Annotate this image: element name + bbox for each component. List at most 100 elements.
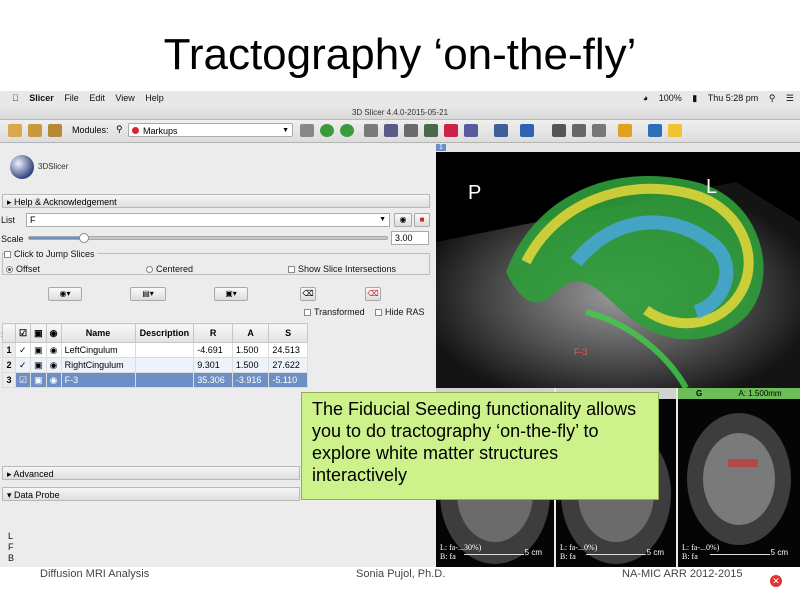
module-history-icon[interactable] (300, 124, 314, 137)
module-selector-value: Markups (143, 126, 178, 136)
fiducial-a[interactable]: -3.916 (231, 372, 270, 388)
menu-file[interactable]: File (64, 91, 79, 106)
menu-view[interactable]: View (115, 91, 134, 106)
spotlight-icon[interactable]: ⚲ (769, 91, 776, 106)
visible-column-header[interactable]: ◉ (45, 323, 62, 343)
load-dicom-icon[interactable] (28, 124, 42, 137)
models-icon[interactable] (404, 124, 418, 137)
table-row[interactable]: 2 ✓ ▣ ◉ RightCingulum 9.301 1.500 27.622 (2, 357, 308, 373)
scale-slider-handle[interactable] (78, 233, 89, 243)
offset-radio[interactable]: Offset (6, 264, 40, 274)
row-eye-icon[interactable]: ◉ (45, 372, 62, 388)
volumes-icon[interactable] (384, 124, 398, 137)
slice-view-green[interactable]: L: fa-...0%) B: fa 5 cm (678, 399, 800, 567)
layout-icon[interactable] (494, 124, 508, 137)
python-console-icon[interactable] (668, 124, 682, 137)
fiducial-description[interactable] (134, 372, 195, 388)
save-icon[interactable] (48, 124, 62, 137)
scale-slider[interactable] (28, 233, 388, 243)
extension-manager-icon[interactable] (572, 124, 586, 137)
centered-radio[interactable]: Centered (146, 264, 193, 274)
fiducial-a[interactable]: 1.500 (231, 342, 270, 358)
scale-spinbox[interactable]: 3.00 (391, 231, 429, 245)
markups-toolbar-icon[interactable] (444, 124, 458, 137)
s-column-header[interactable]: S (268, 323, 308, 343)
fiducial-list-selector[interactable]: F ▼ (26, 213, 390, 227)
lock-icon: ■ (419, 215, 425, 224)
menu-edit[interactable]: Edit (89, 91, 105, 106)
fiducial-r[interactable]: 35.306 (193, 372, 233, 388)
battery-icon[interactable]: ▮ (692, 91, 697, 106)
view3d-tab[interactable]: 1 (436, 144, 446, 151)
fiducial-name[interactable]: F-3 (60, 372, 136, 388)
green-slice-bar[interactable]: G A: 1.500mm (678, 388, 800, 399)
fiducial-description[interactable] (134, 357, 195, 373)
menu-app-name[interactable]: Slicer (29, 91, 54, 106)
fiducial-description[interactable] (134, 342, 195, 358)
selected-column-header[interactable]: ☑ (14, 323, 32, 343)
row-select-checkbox[interactable]: ☑ (14, 372, 32, 388)
fiducial-r[interactable]: 9.301 (193, 357, 233, 373)
lock-column-header[interactable]: ▣ (30, 323, 47, 343)
transforms-icon[interactable] (424, 124, 438, 137)
search-icon[interactable]: ⚲ (116, 124, 123, 135)
battery-level[interactable]: 100% (659, 91, 682, 106)
fiducial-place-icon[interactable] (618, 124, 632, 137)
fiducial-s[interactable]: 27.622 (268, 357, 308, 373)
name-column-header[interactable]: Name (60, 323, 136, 343)
fiducial-name[interactable]: LeftCingulum (60, 342, 136, 358)
module-selector[interactable]: Markups ▼ (128, 123, 293, 137)
place-fiducial-button[interactable]: ◉▾ (48, 287, 82, 301)
row-lock-icon[interactable]: ▣ (30, 372, 47, 388)
data-probe-section[interactable]: ▾ Data Probe (2, 487, 300, 501)
row-select-checkbox[interactable]: ✓ (14, 342, 32, 358)
lock-list-button[interactable]: ■ (414, 213, 430, 227)
row-select-checkbox[interactable]: ✓ (14, 357, 32, 373)
delete-fiducial-button[interactable]: ⌫ (300, 287, 316, 301)
a-column-header[interactable]: A (231, 323, 270, 343)
jump-slices-checkbox[interactable]: Click to Jump Slices (4, 249, 97, 259)
fiducial-s[interactable]: -5.110 (268, 372, 308, 388)
advanced-section[interactable]: ▸ Advanced (2, 466, 300, 480)
table-row[interactable]: 1 ✓ ▣ ◉ LeftCingulum -4.691 1.500 24.513 (2, 342, 308, 358)
row-eye-icon[interactable]: ◉ (45, 357, 62, 373)
extension-wizard-icon[interactable] (648, 124, 662, 137)
editor-icon[interactable] (464, 124, 478, 137)
r-column-header[interactable]: R (193, 323, 233, 343)
lock-menu-button[interactable]: ▣▾ (214, 287, 248, 301)
row-lock-icon[interactable]: ▣ (30, 357, 47, 373)
help-section-label: Help & Acknowledgement (14, 197, 117, 207)
menu-status-area: ◕ 100% ▮ Thu 5:28 pm ⚲ ☰ (635, 91, 794, 106)
load-data-icon[interactable] (8, 124, 22, 137)
visibility-toggle-button[interactable]: ◉ (394, 213, 412, 227)
menu-help[interactable]: Help (145, 91, 164, 106)
row-eye-icon[interactable]: ◉ (45, 342, 62, 358)
delete-all-button[interactable]: ⌫ (365, 287, 381, 301)
description-column-header[interactable]: Description (134, 323, 195, 343)
back-icon[interactable] (320, 124, 334, 137)
fiducial-name[interactable]: RightCingulum (60, 357, 136, 373)
fiducial-a[interactable]: 1.500 (231, 357, 270, 373)
transformed-checkbox[interactable]: Transformed (304, 307, 365, 317)
hide-ras-checkbox[interactable]: Hide RAS (375, 307, 425, 317)
view3d[interactable]: P L F-3 (436, 152, 800, 388)
crosshair-icon[interactable] (520, 124, 534, 137)
fiducial-list-menu-button[interactable]: ▤▾ (130, 287, 166, 301)
table-row-selected[interactable]: 3 ☑ ▣ ◉ F-3 35.306 -3.916 -5.110 (2, 372, 308, 388)
screenshot-icon[interactable] (552, 124, 566, 137)
notifications-icon[interactable]: ☰ (786, 91, 794, 106)
apple-icon[interactable]:  (12, 91, 19, 106)
fiducial-r[interactable]: -4.691 (193, 342, 233, 358)
fiducial-s[interactable]: 24.513 (268, 342, 308, 358)
settings-icon[interactable] (592, 124, 606, 137)
show-intersections-checkbox[interactable]: Show Slice Intersections (288, 264, 396, 274)
forward-icon[interactable] (340, 124, 354, 137)
row-lock-icon[interactable]: ▣ (30, 342, 47, 358)
wifi-icon[interactable]: ◕ (643, 91, 648, 106)
footer-center: Sonia Pujol, Ph.D. (356, 568, 446, 580)
clock[interactable]: Thu 5:28 pm (708, 91, 759, 106)
view3d-controller-bar[interactable]: 1 (436, 143, 800, 152)
help-acknowledgement-section[interactable]: ▸ Help & Acknowledgement (2, 194, 430, 208)
data-module-icon[interactable] (364, 124, 378, 137)
close-icon[interactable]: ✕ (770, 575, 782, 587)
